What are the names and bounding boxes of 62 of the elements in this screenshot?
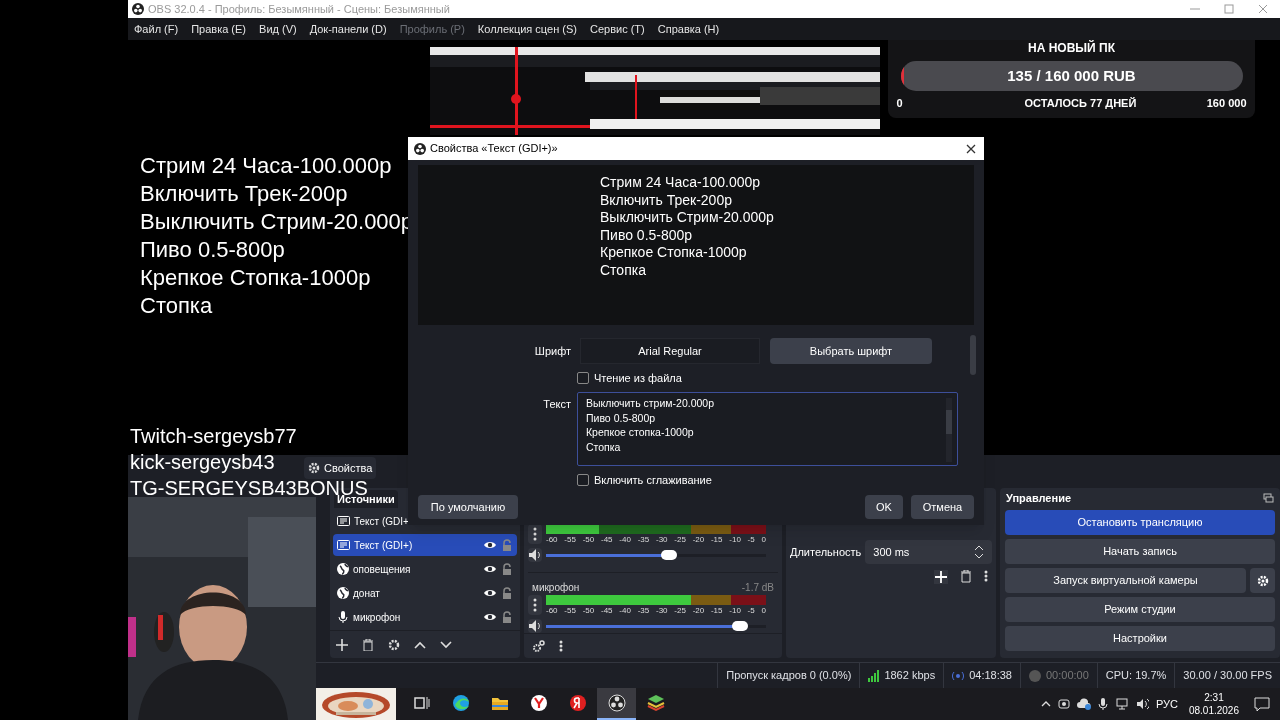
dialog-title: Свойства «Текст (GDI+)» <box>430 141 558 157</box>
preview-text-line: Включить Трек-200р <box>600 191 733 210</box>
goal-target: 160 000 <box>1206 96 1247 111</box>
meter-scale-label: -35 <box>637 536 650 544</box>
meter-scale-label: -5 <box>747 536 755 544</box>
goal-title: НА НОВЫЙ ПК <box>1028 40 1115 57</box>
goal-start: 0 <box>896 96 904 111</box>
preview-text-line: Стопка <box>140 292 214 320</box>
meter-scale-label: -55 <box>564 607 576 615</box>
meter-scale-label: -15 <box>710 536 723 544</box>
fps-text: 30.00 / 30.00 FPS <box>1183 668 1272 684</box>
meter-scale-label: -40 <box>619 607 631 615</box>
preview-text-line: Выключить Стрим-20.000р <box>600 209 775 227</box>
dock-title: Управление <box>1006 490 1071 506</box>
font-label: Шрифт <box>533 343 571 359</box>
overlay-text-line: kick-sergeysb43 <box>130 450 275 475</box>
meter-scale-label: -35 <box>637 607 650 615</box>
goal-remaining: ОСТАЛОСЬ 77 ДНЕЙ <box>1024 96 1137 111</box>
meter-scale-label: 0 <box>761 607 766 615</box>
meter-scale-label: 0 <box>761 536 766 544</box>
window-title: OBS 32.0.4 - Профиль: Безымянный - Сцены: Безымянный <box>148 1 450 17</box>
cpu-usage-text: CPU: 19.7% <box>1105 668 1167 684</box>
meter-scale-label: -55 <box>564 536 576 544</box>
preview-text-line: Крепкое Стопка-1000р <box>600 244 748 262</box>
preview-text-line: Крепкое Стопка-1000р <box>140 264 372 292</box>
meter-scale-label: -20 <box>692 607 705 615</box>
meter-scale-label: -5 <box>747 607 755 615</box>
meter-scale-label: -10 <box>729 607 741 615</box>
meter-scale-label: -50 <box>582 536 595 544</box>
meter-scale-label: -45 <box>601 607 613 615</box>
checkbox-label: Чтение из файла <box>594 370 682 386</box>
meter-scale-label: -50 <box>582 607 595 615</box>
preview-text-line: Пиво 0.5-800р <box>600 226 694 245</box>
meter-scale-label: -25 <box>674 607 686 615</box>
preview-text-line: Выключить Стрим-20.000р <box>140 208 414 236</box>
overlay-text-line: Twitch-sergeysb77 <box>130 424 297 449</box>
preview-text-line: Стрим 24 Часа-100.000р <box>140 152 393 180</box>
preview-text-line: Стрим 24 Часа-100.000р <box>600 174 762 192</box>
channel-volume-reading: -1.7 dB <box>741 580 774 595</box>
meter-scale-label: -20 <box>692 536 705 544</box>
preview-text-line: Включить Трек-200р <box>140 180 349 208</box>
channel-name: микрофон <box>532 580 580 595</box>
meter-scale-label: -45 <box>601 536 613 544</box>
bitrate-text: 1862 kbps <box>884 668 936 684</box>
stream-time-text: 04:18:38 <box>969 668 1012 684</box>
meter-scale-label: -60 <box>546 536 558 544</box>
meter-scale-label: -30 <box>655 607 668 615</box>
goal-progress-text: 135 / 160 000 RUB <box>1007 65 1136 86</box>
preview-text-line: Стопка <box>600 261 647 280</box>
record-time-text: 00:00:00 <box>1045 668 1089 684</box>
meter-scale-label: -40 <box>619 536 631 544</box>
checkbox-label: Включить сглаживание <box>594 472 712 488</box>
meter-scale-label: -25 <box>674 536 686 544</box>
meter-scale-label: -60 <box>546 607 558 615</box>
preview-text-line: Пиво 0.5-800р <box>140 236 286 264</box>
duration-label: Длительность <box>790 544 862 560</box>
meter-scale-label: -15 <box>710 607 723 615</box>
meter-scale-label: -30 <box>655 536 668 544</box>
dropped-frames-text: Пропуск кадров 0 (0.0%) <box>726 668 852 684</box>
font-value: Arial Regular <box>580 338 760 364</box>
meter-scale-label: -10 <box>729 536 741 544</box>
text-label: Текст <box>542 397 571 412</box>
